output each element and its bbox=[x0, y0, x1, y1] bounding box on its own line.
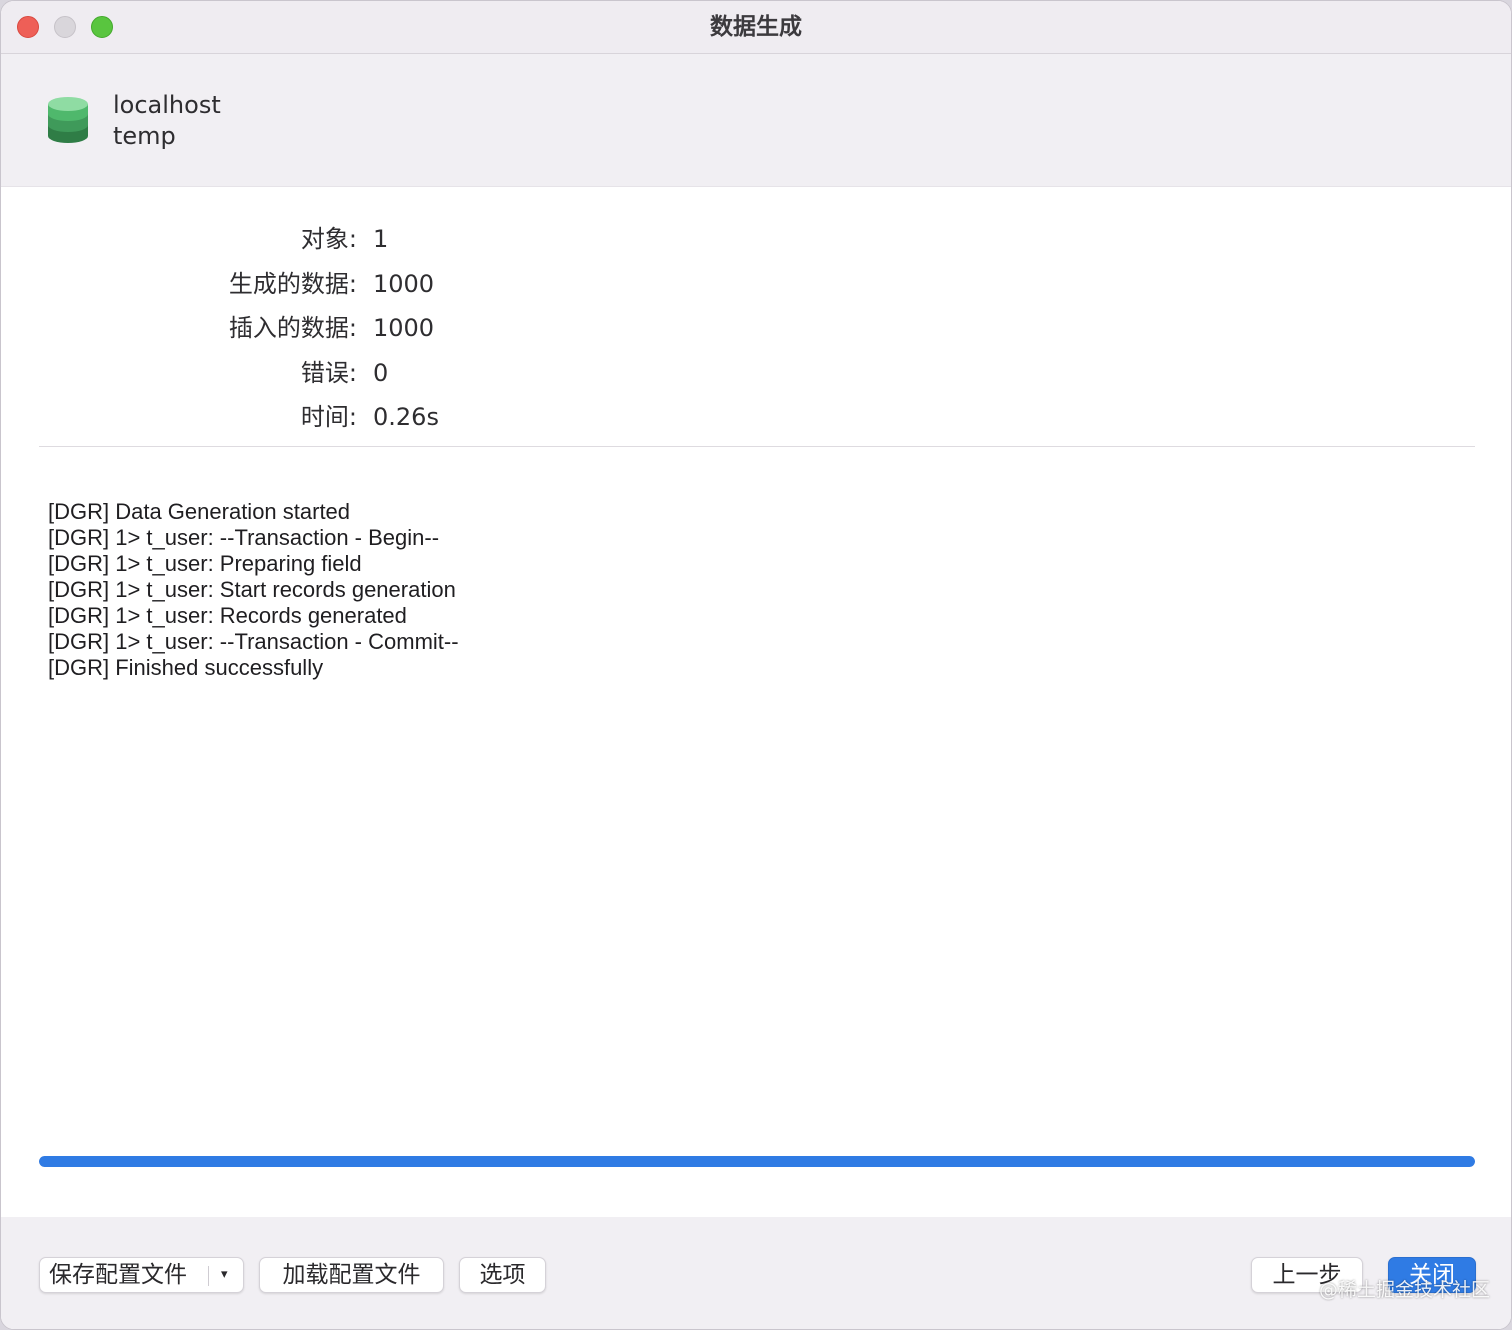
section-divider bbox=[39, 446, 1475, 447]
log-line: [DGR] Data Generation started bbox=[48, 499, 351, 524]
window-title: 数据生成 bbox=[710, 14, 802, 40]
stat-value: 1000 bbox=[373, 314, 435, 342]
log-line: [DGR] Finished successfully bbox=[48, 655, 324, 680]
stat-label: 错误: bbox=[300, 358, 357, 387]
database-name: temp bbox=[113, 122, 176, 150]
save-profile-button[interactable]: 保存配置文件 ▾ bbox=[39, 1257, 244, 1293]
progress-bar bbox=[39, 1156, 1475, 1167]
dropdown-caret-icon[interactable]: ▾ bbox=[221, 1258, 228, 1292]
stat-label: 对象: bbox=[300, 225, 357, 253]
stat-label: 插入的数据: bbox=[228, 314, 357, 342]
stat-value: 0.26s bbox=[373, 403, 439, 431]
log-line: [DGR] 1> t_user: Start records generatio… bbox=[48, 577, 456, 602]
summary-stats: 对象: 1 生成的数据: 1000 插入的数据: 1000 错误: 0 时间: … bbox=[1, 217, 701, 440]
connection-name: localhost bbox=[113, 91, 221, 119]
database-icon bbox=[48, 97, 88, 143]
log-line: [DGR] 1> t_user: Records generated bbox=[48, 603, 407, 628]
log-line: [DGR] 1> t_user: Preparing field bbox=[48, 551, 362, 576]
footer-bar: 保存配置文件 ▾ 加载配置文件 选项 上一步 关闭 bbox=[1, 1217, 1511, 1329]
button-separator bbox=[208, 1266, 209, 1286]
stat-errors: 错误: 0 bbox=[1, 351, 701, 396]
save-profile-label: 保存配置文件 bbox=[49, 1262, 187, 1288]
stat-inserted: 插入的数据: 1000 bbox=[1, 306, 701, 351]
progress-fill bbox=[39, 1156, 1475, 1167]
data-generation-window: 数据生成 localhost temp 对象: 1 生成的数据: 1000 插入… bbox=[0, 0, 1512, 1330]
title-bar: 数据生成 bbox=[1, 1, 1511, 54]
options-button[interactable]: 选项 bbox=[459, 1257, 546, 1293]
log-output: [DGR] Data Generation started [DGR] 1> t… bbox=[48, 499, 459, 681]
stat-value: 0 bbox=[373, 358, 389, 387]
stat-objects: 对象: 1 bbox=[1, 217, 701, 262]
log-line: [DGR] 1> t_user: --Transaction - Commit-… bbox=[48, 629, 459, 654]
stat-time: 时间: 0.26s bbox=[1, 395, 701, 440]
stat-value: 1 bbox=[373, 225, 389, 253]
stat-label: 时间: bbox=[300, 403, 357, 431]
connection-header: localhost temp bbox=[1, 54, 1511, 187]
watermark: @稀土掘金技术社区 bbox=[1319, 1279, 1491, 1301]
stat-value: 1000 bbox=[373, 269, 435, 298]
load-profile-button[interactable]: 加载配置文件 bbox=[259, 1257, 444, 1293]
log-line: [DGR] 1> t_user: --Transaction - Begin-- bbox=[48, 525, 440, 550]
stat-label: 生成的数据: bbox=[228, 269, 357, 298]
stat-generated: 生成的数据: 1000 bbox=[1, 262, 701, 307]
